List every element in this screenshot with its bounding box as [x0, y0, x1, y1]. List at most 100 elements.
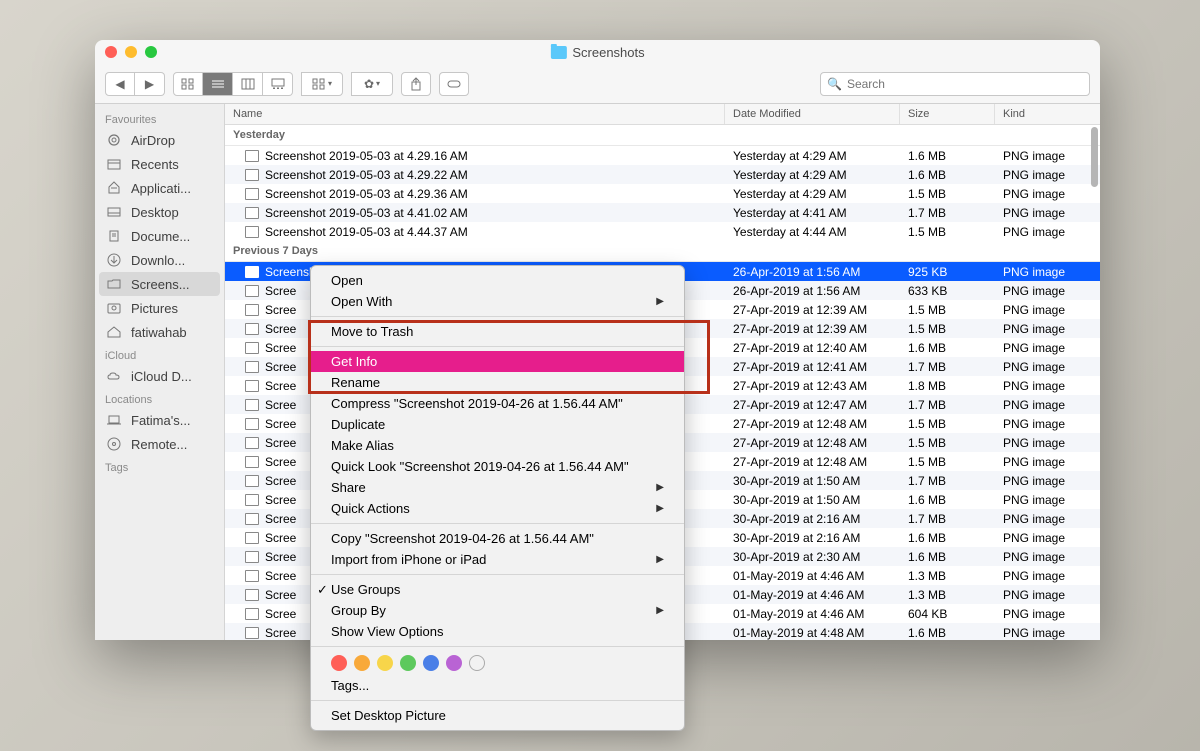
file-row[interactable]: Screenshot 2019-05-03 at 4.29.16 AMYeste…: [225, 146, 1100, 165]
tags-button[interactable]: [439, 72, 469, 96]
file-kind: PNG image: [995, 417, 1100, 431]
sidebar-item-desktop[interactable]: Desktop: [95, 200, 224, 224]
file-date: 30-Apr-2019 at 1:50 AM: [725, 493, 900, 507]
share-button[interactable]: [401, 72, 431, 96]
tag-color-dot[interactable]: [400, 655, 416, 671]
minimize-window-button[interactable]: [125, 46, 137, 58]
menu-item-label: Copy "Screenshot 2019-04-26 at 1.56.44 A…: [331, 531, 594, 546]
view-columns-button[interactable]: [233, 72, 263, 96]
tag-color-dot[interactable]: [331, 655, 347, 671]
file-icon: [245, 513, 259, 525]
menu-item[interactable]: Import from iPhone or iPad▶: [311, 549, 684, 570]
file-name: Scree: [265, 455, 296, 469]
sidebar-item-label: Fatima's...: [131, 413, 191, 428]
file-name: Scree: [265, 550, 296, 564]
file-row[interactable]: Screenshot 2019-05-03 at 4.44.37 AMYeste…: [225, 222, 1100, 241]
menu-item[interactable]: Get Info: [311, 351, 684, 372]
menu-item[interactable]: Compress "Screenshot 2019-04-26 at 1.56.…: [311, 393, 684, 414]
col-kind-header[interactable]: Kind: [995, 104, 1100, 124]
menu-item[interactable]: Tags...: [311, 675, 684, 696]
menu-item[interactable]: Duplicate: [311, 414, 684, 435]
tag-color-dot[interactable]: [354, 655, 370, 671]
file-date: 01-May-2019 at 4:46 AM: [725, 607, 900, 621]
file-icon: [245, 380, 259, 392]
sidebar-item-airdrop[interactable]: AirDrop: [95, 128, 224, 152]
close-window-button[interactable]: [105, 46, 117, 58]
sidebar-item-folder[interactable]: Screens...: [99, 272, 220, 296]
tag-color-dot[interactable]: [423, 655, 439, 671]
file-size: 1.5 MB: [900, 225, 995, 239]
menu-item-label: Make Alias: [331, 438, 394, 453]
action-button[interactable]: ✿▾: [351, 72, 393, 96]
view-list-button[interactable]: [203, 72, 233, 96]
submenu-arrow-icon: ▶: [656, 605, 664, 616]
file-date: 27-Apr-2019 at 12:48 AM: [725, 436, 900, 450]
col-name-header[interactable]: Name: [225, 104, 725, 124]
menu-item-label: Show View Options: [331, 624, 444, 639]
sidebar-item-pictures[interactable]: Pictures: [95, 296, 224, 320]
file-row[interactable]: Screenshot 2019-05-03 at 4.29.36 AMYeste…: [225, 184, 1100, 203]
sidebar-item-laptop[interactable]: Fatima's...: [95, 408, 224, 432]
menu-item[interactable]: Quick Look "Screenshot 2019-04-26 at 1.5…: [311, 456, 684, 477]
search-field[interactable]: 🔍: [820, 72, 1090, 96]
menu-item[interactable]: Open: [311, 270, 684, 291]
search-input[interactable]: [847, 77, 1083, 91]
apps-icon: [105, 180, 123, 196]
sidebar-item-downloads[interactable]: Downlo...: [95, 248, 224, 272]
file-name: Scree: [265, 607, 296, 621]
menu-item[interactable]: Open With▶: [311, 291, 684, 312]
group-header[interactable]: Previous 7 Days: [225, 241, 1100, 262]
tag-color-none[interactable]: [469, 655, 485, 671]
file-size: 925 KB: [900, 265, 995, 279]
menu-item[interactable]: Copy "Screenshot 2019-04-26 at 1.56.44 A…: [311, 528, 684, 549]
menu-item[interactable]: Quick Actions▶: [311, 498, 684, 519]
sidebar-item-cloud[interactable]: iCloud D...: [95, 364, 224, 388]
file-name: Screenshot 2019-05-03 at 4.44.37 AM: [265, 225, 468, 239]
menu-separator: [311, 316, 684, 317]
file-kind: PNG image: [995, 284, 1100, 298]
col-date-header[interactable]: Date Modified: [725, 104, 900, 124]
file-name: Scree: [265, 474, 296, 488]
sidebar-item-apps[interactable]: Applicati...: [95, 176, 224, 200]
menu-item[interactable]: Move to Trash: [311, 321, 684, 342]
menu-item[interactable]: Share▶: [311, 477, 684, 498]
menu-item-label: Open With: [331, 294, 392, 309]
menu-item-label: Import from iPhone or iPad: [331, 552, 486, 567]
sidebar-item-recents[interactable]: Recents: [95, 152, 224, 176]
menu-item[interactable]: Rename: [311, 372, 684, 393]
file-date: 27-Apr-2019 at 12:47 AM: [725, 398, 900, 412]
sidebar-item-docs[interactable]: Docume...: [95, 224, 224, 248]
tag-color-dot[interactable]: [377, 655, 393, 671]
view-gallery-button[interactable]: [263, 72, 293, 96]
tag-color-dot[interactable]: [446, 655, 462, 671]
file-icon: [245, 323, 259, 335]
forward-button[interactable]: ▶: [135, 72, 165, 96]
file-name: Scree: [265, 531, 296, 545]
file-row[interactable]: Screenshot 2019-05-03 at 4.29.22 AMYeste…: [225, 165, 1100, 184]
menu-item[interactable]: Show View Options: [311, 621, 684, 642]
file-icon: [245, 226, 259, 238]
file-kind: PNG image: [995, 607, 1100, 621]
file-icon: [245, 285, 259, 297]
menu-item[interactable]: ✓Use Groups: [311, 579, 684, 600]
file-name: Scree: [265, 588, 296, 602]
sidebar-section-header: Locations: [95, 388, 224, 408]
scrollbar-thumb[interactable]: [1091, 127, 1098, 187]
col-size-header[interactable]: Size: [900, 104, 995, 124]
file-row[interactable]: Screenshot 2019-05-03 at 4.41.02 AMYeste…: [225, 203, 1100, 222]
group-header[interactable]: Yesterday: [225, 125, 1100, 146]
file-name: Scree: [265, 303, 296, 317]
view-icons-button[interactable]: [173, 72, 203, 96]
column-headers: Name Date Modified Size Kind: [225, 104, 1100, 125]
back-button[interactable]: ◀: [105, 72, 135, 96]
zoom-window-button[interactable]: [145, 46, 157, 58]
arrange-button[interactable]: ▾: [301, 72, 343, 96]
menu-item[interactable]: Group By▶: [311, 600, 684, 621]
menu-item[interactable]: Set Desktop Picture: [311, 705, 684, 726]
sidebar-item-home[interactable]: fatiwahab: [95, 320, 224, 344]
file-name: Scree: [265, 284, 296, 298]
menu-item[interactable]: Make Alias: [311, 435, 684, 456]
check-icon: ✓: [317, 582, 328, 598]
menu-item-label: Tags...: [331, 678, 369, 693]
sidebar-item-disc[interactable]: Remote...: [95, 432, 224, 456]
